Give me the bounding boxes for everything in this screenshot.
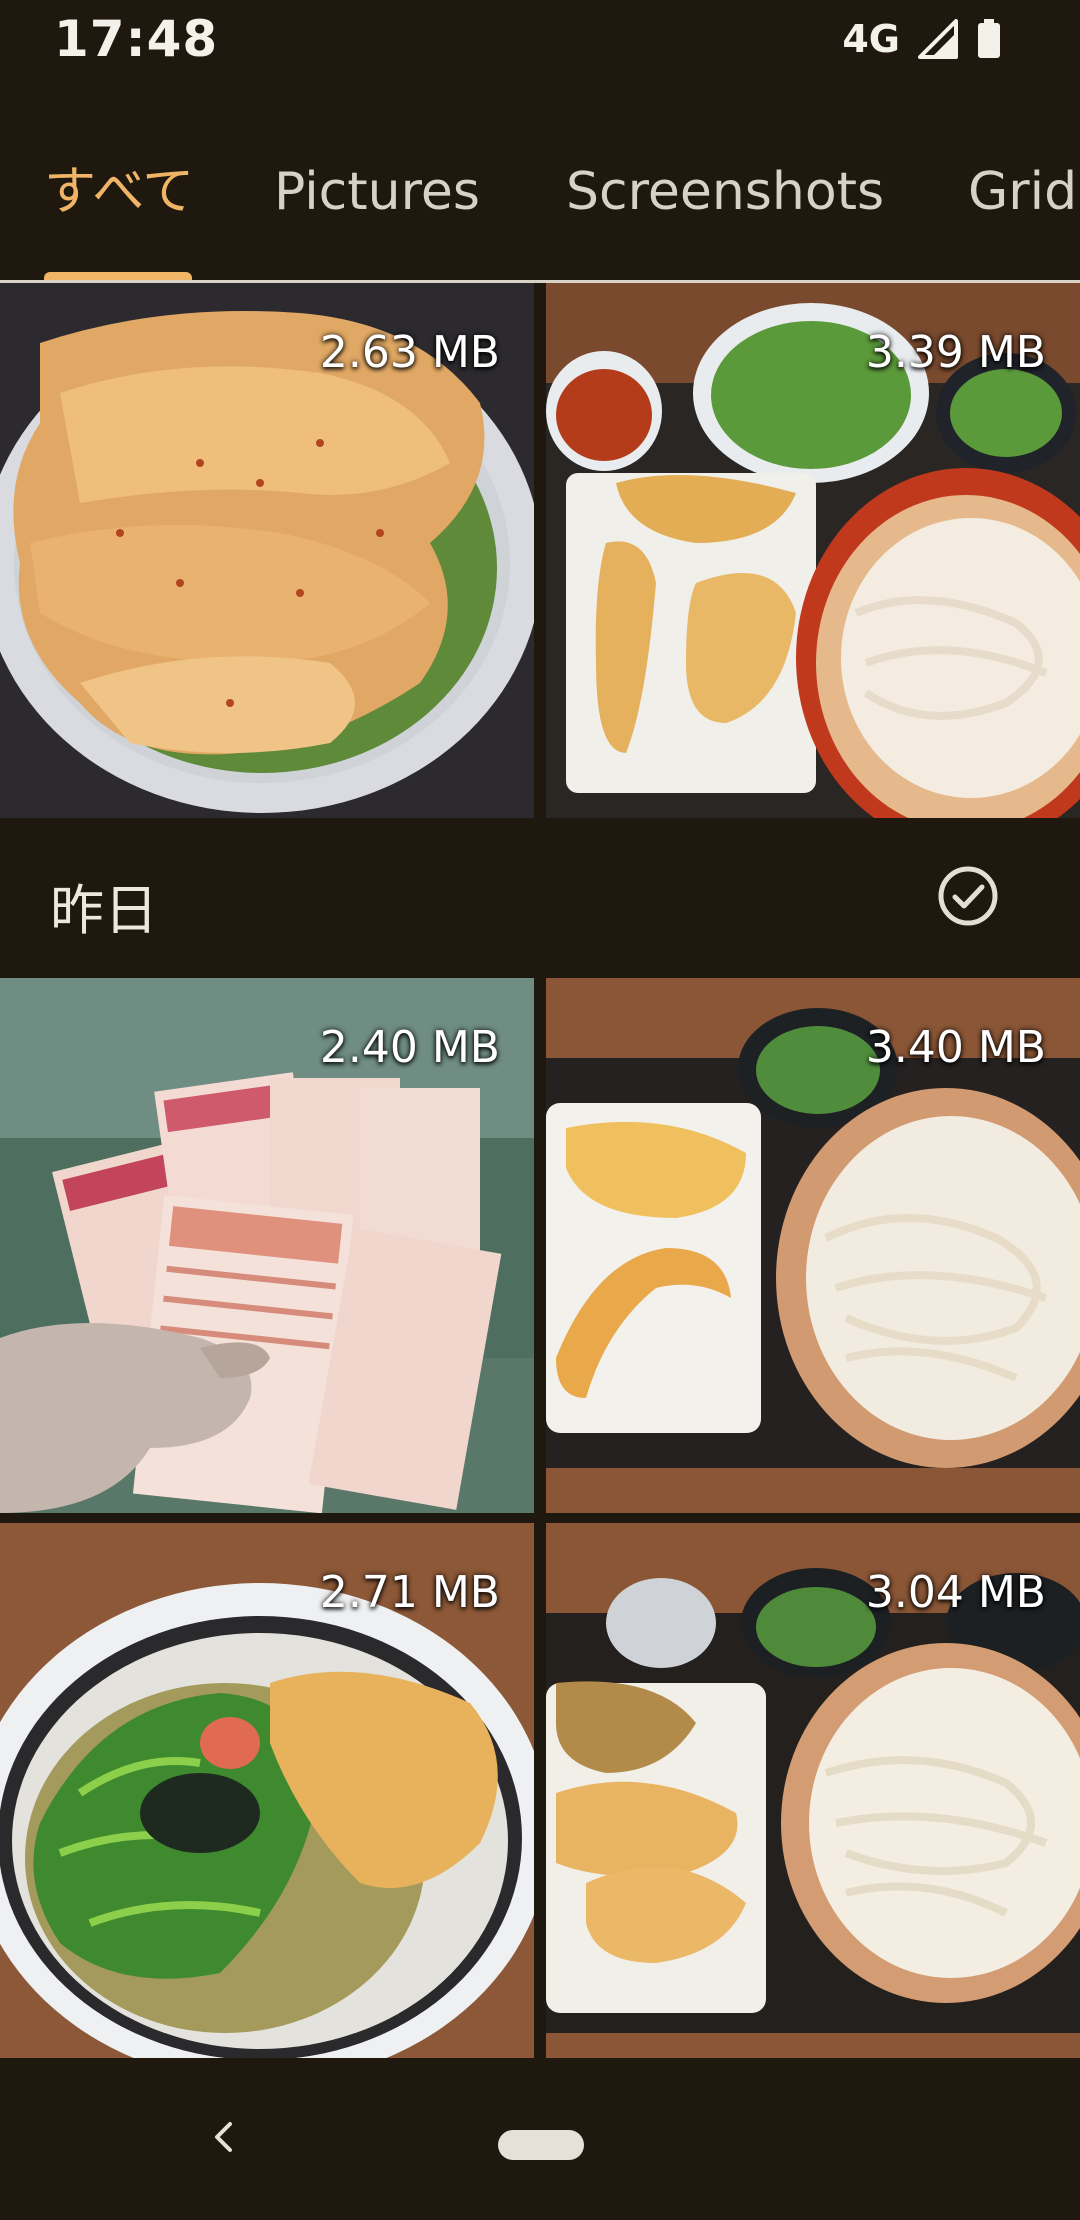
file-size-label: 2.71 MB [319,1567,500,1618]
file-size-label: 2.40 MB [319,1022,500,1073]
tab-pictures[interactable]: Pictures [274,152,480,232]
status-bar: 17:48 4G [0,0,1080,80]
system-navigation-bar [0,2060,1080,2220]
home-pill[interactable] [498,2130,584,2160]
photo-thumbnail[interactable]: 2.63 MB [0,283,534,818]
photo-thumbnail[interactable]: 2.71 MB [0,1523,534,2058]
tab-all[interactable]: すべて [44,152,194,232]
battery-icon [978,19,1000,58]
status-icons: 4G [842,14,1002,64]
file-size-label: 3.04 MB [865,1567,1046,1618]
network-type: 4G [842,17,900,61]
back-icon[interactable] [200,2112,250,2162]
tab-grid[interactable]: Grid [968,152,1077,232]
photo-thumbnail[interactable]: 3.40 MB [546,978,1080,1513]
file-size-label: 3.39 MB [865,327,1046,378]
file-size-label: 2.63 MB [319,327,500,378]
signal-icon [918,19,958,59]
date-section-header: 昨日 [0,820,1080,980]
check-circle-icon[interactable] [936,864,1000,928]
file-size-label: 3.40 MB [865,1022,1046,1073]
album-tab-bar: すべて Pictures Screenshots Grid [0,110,1080,283]
section-date-title: 昨日 [50,879,158,942]
tab-screenshots[interactable]: Screenshots [566,152,884,232]
photo-thumbnail[interactable]: 3.39 MB [546,283,1080,818]
status-time: 17:48 [54,10,219,68]
photo-thumbnail[interactable]: 3.04 MB [546,1523,1080,2058]
active-tab-indicator [44,272,192,280]
photo-thumbnail[interactable]: 2.40 MB [0,978,534,1513]
